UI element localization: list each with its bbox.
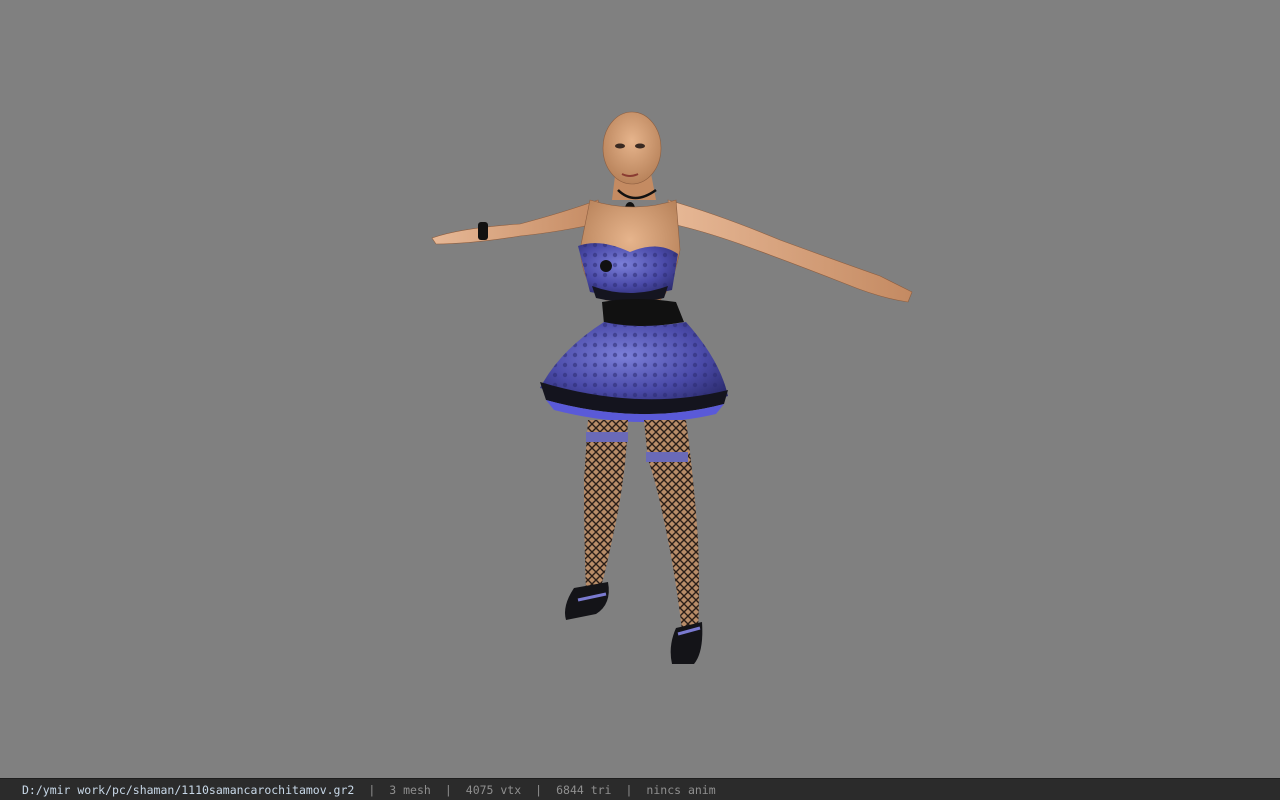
- status-separator: |: [368, 782, 376, 797]
- status-separator: |: [535, 782, 543, 797]
- animation-status: nincs anim: [646, 782, 716, 797]
- 3d-viewport[interactable]: [0, 0, 1280, 778]
- file-path: D:/ymir work/pc/shaman/1110samancarochit…: [22, 782, 355, 797]
- status-separator: |: [625, 782, 633, 797]
- character-model-icon[interactable]: [0, 0, 1280, 778]
- status-separator: |: [444, 782, 452, 797]
- status-bar: D:/ymir work/pc/shaman/1110samancarochit…: [0, 778, 1280, 800]
- vertex-count: 4075 vtx: [465, 782, 522, 797]
- triangle-count: 6844 tri: [556, 782, 612, 797]
- mesh-count: 3 mesh: [389, 782, 431, 797]
